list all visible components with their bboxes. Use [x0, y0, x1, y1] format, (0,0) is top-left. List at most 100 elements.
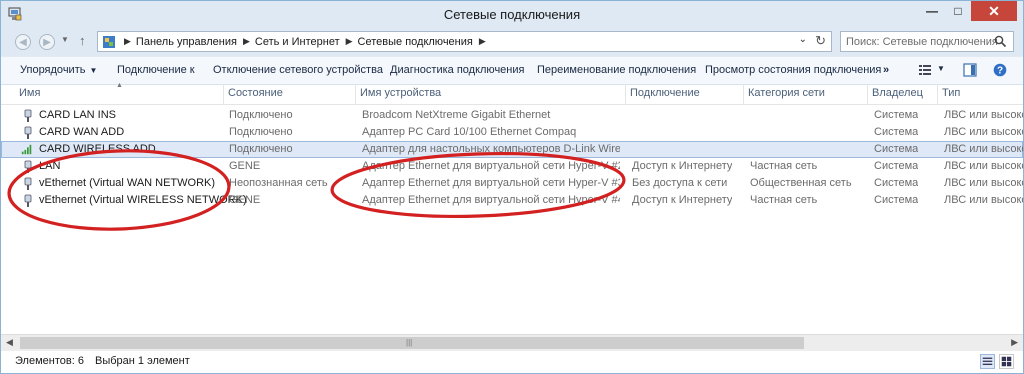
back-arrow-icon: ◀ — [19, 36, 27, 48]
device-name: Адаптер Ethernet для виртуальной сети Hy… — [362, 194, 620, 206]
device-name: Адаптер PC Card 10/100 Ethernet Compaq — [362, 126, 577, 138]
details-view-icon[interactable] — [980, 354, 995, 369]
device-name: Адаптер Ethernet для виртуальной сети Hy… — [362, 160, 620, 172]
breadcrumb-separator[interactable]: ▶ — [124, 36, 131, 47]
device-name: Адаптер для настольных компьютеров D-Lin… — [362, 143, 620, 155]
search-input[interactable]: Поиск: Сетевые подключения — [840, 31, 1014, 52]
list-item[interactable]: CARD WAN ADD Подключено Адаптер PC Card … — [1, 124, 1023, 141]
address-bar[interactable]: ▶ Панель управления ▶ Сеть и Интернет ▶ … — [97, 31, 832, 52]
ethernet-icon — [24, 177, 32, 190]
maximize-button[interactable]: □ — [945, 1, 971, 21]
column-device-name[interactable]: Имя устройства — [355, 84, 625, 104]
more-commands-button[interactable]: » — [883, 64, 889, 76]
ethernet-icon — [24, 160, 32, 173]
up-button[interactable]: ↑ — [79, 33, 86, 48]
connectivity: Доступ к Интернету — [632, 160, 733, 172]
connection-name: vEthernet (Virtual WAN NETWORK) — [39, 177, 216, 189]
breadcrumb-separator[interactable]: ▶ — [243, 36, 250, 47]
change-view-icon[interactable] — [918, 63, 932, 77]
connection-state: Неопознанная сеть — [229, 177, 328, 189]
breadcrumb-control-panel[interactable]: Панель управления — [136, 36, 237, 48]
close-button[interactable]: ✕ — [971, 1, 1017, 21]
preview-pane-icon[interactable] — [963, 63, 977, 77]
owner: Система — [874, 160, 919, 172]
control-panel-icon — [103, 35, 115, 48]
breadcrumb-separator[interactable]: ▶ — [479, 36, 486, 47]
breadcrumb-separator[interactable]: ▶ — [346, 36, 353, 47]
device-name: Адаптер Ethernet для виртуальной сети Hy… — [362, 177, 620, 189]
selection-count: Выбран 1 элемент — [95, 355, 190, 367]
owner: Система — [874, 109, 919, 121]
connectivity: Без доступа к сети — [632, 177, 728, 189]
forward-arrow-icon: ▶ — [43, 36, 51, 48]
title-bar[interactable]: Сетевые подключения — □ ✕ — [1, 1, 1023, 28]
device-name: Broadcom NetXtreme Gigabit Ethernet — [362, 109, 551, 121]
view-options-dropdown[interactable]: ▼ — [937, 64, 945, 73]
window-title: Сетевые подключения — [443, 7, 581, 22]
diagnose-button[interactable]: Диагностика подключения — [390, 64, 524, 76]
connection-type: ЛВС или высокоск... — [944, 109, 1023, 121]
column-type[interactable]: Тип — [937, 84, 1023, 104]
disable-device-button[interactable]: Отключение сетевого устройства — [213, 64, 383, 76]
wireless-icon — [21, 144, 32, 155]
item-count: Элементов: 6 — [15, 355, 84, 367]
connection-state: Подключено — [229, 143, 293, 155]
organize-button[interactable]: Упорядочить ▼ — [20, 64, 97, 76]
connection-state: GENE — [229, 160, 261, 172]
list-item[interactable]: CARD LAN INS Подключено Broadcom NetXtre… — [1, 107, 1023, 124]
organize-label: Упорядочить — [20, 64, 86, 76]
status-bar: Элементов: 6 Выбран 1 элемент — [1, 351, 1023, 373]
breadcrumb-network-internet[interactable]: Сеть и Интернет — [255, 36, 340, 48]
rename-button[interactable]: Переименование подключения — [537, 64, 696, 76]
column-connectivity[interactable]: Подключение — [625, 84, 743, 104]
minimize-button[interactable]: — — [919, 1, 945, 21]
recent-locations-dropdown[interactable]: ▼ — [61, 35, 69, 44]
connection-state: Подключено — [229, 126, 293, 138]
connection-type: ЛВС или высокоск... — [944, 194, 1023, 206]
connect-to-button[interactable]: Подключение к — [117, 64, 195, 76]
scroll-right-icon[interactable]: ▶ — [1011, 337, 1018, 348]
help-icon[interactable]: ? — [993, 63, 1007, 77]
list-item[interactable]: vEthernet (Virtual WIRELESS NETWORK) GEN… — [1, 192, 1023, 209]
column-network-category[interactable]: Категория сети — [743, 84, 867, 104]
column-owner[interactable]: Владелец — [867, 84, 937, 104]
list-item[interactable]: vEthernet (Virtual WAN NETWORK) Неопозна… — [1, 175, 1023, 192]
owner: Система — [874, 126, 919, 138]
address-dropdown-icon[interactable]: ⌄ — [799, 34, 807, 45]
horizontal-scrollbar[interactable]: ◀ ||| ▶ — [1, 334, 1023, 352]
back-button[interactable]: ◀ — [15, 34, 31, 50]
owner: Система — [874, 143, 919, 155]
rename-label: Переименование подключения — [537, 64, 697, 76]
scroll-left-icon[interactable]: ◀ — [6, 337, 13, 348]
connection-type: ЛВС или высокоск... — [944, 143, 1023, 155]
window-controls: — □ ✕ — [919, 1, 1017, 21]
up-arrow-icon: ↑ — [79, 33, 86, 48]
connection-type: ЛВС или высокоск... — [944, 177, 1023, 189]
view-status-button[interactable]: Просмотр состояния подключения — [705, 64, 881, 76]
column-state[interactable]: Состояние — [223, 84, 355, 104]
list-item-selected[interactable]: CARD WIRELESS ADD Подключено Адаптер для… — [1, 141, 1023, 158]
network-category: Частная сеть — [750, 194, 818, 206]
window: Сетевые подключения — □ ✕ ◀ ▶ ▼ ↑ ▶ Пане… — [0, 0, 1024, 374]
connection-type: ЛВС или высокоск... — [944, 126, 1023, 138]
svg-text:?: ? — [997, 66, 1003, 77]
connectivity: Доступ к Интернету — [632, 194, 733, 206]
list-item[interactable]: LAN GENE Адаптер Ethernet для виртуально… — [1, 158, 1023, 175]
disable-device-label: Отключение сетевого устройства — [213, 64, 383, 76]
column-name[interactable]: Имя — [15, 84, 223, 104]
connection-name: CARD WAN ADD — [39, 126, 125, 138]
connection-name: CARD WIRELESS ADD — [39, 143, 156, 155]
connection-state: GENE — [229, 194, 261, 206]
connection-state: Подключено — [229, 109, 293, 121]
scrollbar-grip-icon: ||| — [406, 338, 413, 347]
view-status-label: Просмотр состояния подключения — [705, 64, 882, 76]
large-icons-view-icon[interactable] — [999, 354, 1014, 369]
refresh-icon[interactable]: ↻ — [815, 33, 826, 49]
connections-list: CARD LAN INS Подключено Broadcom NetXtre… — [1, 107, 1023, 209]
search-icon[interactable] — [994, 35, 1007, 48]
forward-button[interactable]: ▶ — [39, 34, 55, 50]
breadcrumb-network-connections[interactable]: Сетевые подключения — [358, 36, 473, 48]
connection-name: vEthernet (Virtual WIRELESS NETWORK) — [39, 194, 247, 206]
network-category: Частная сеть — [750, 160, 818, 172]
search-placeholder: Поиск: Сетевые подключения — [846, 36, 998, 48]
